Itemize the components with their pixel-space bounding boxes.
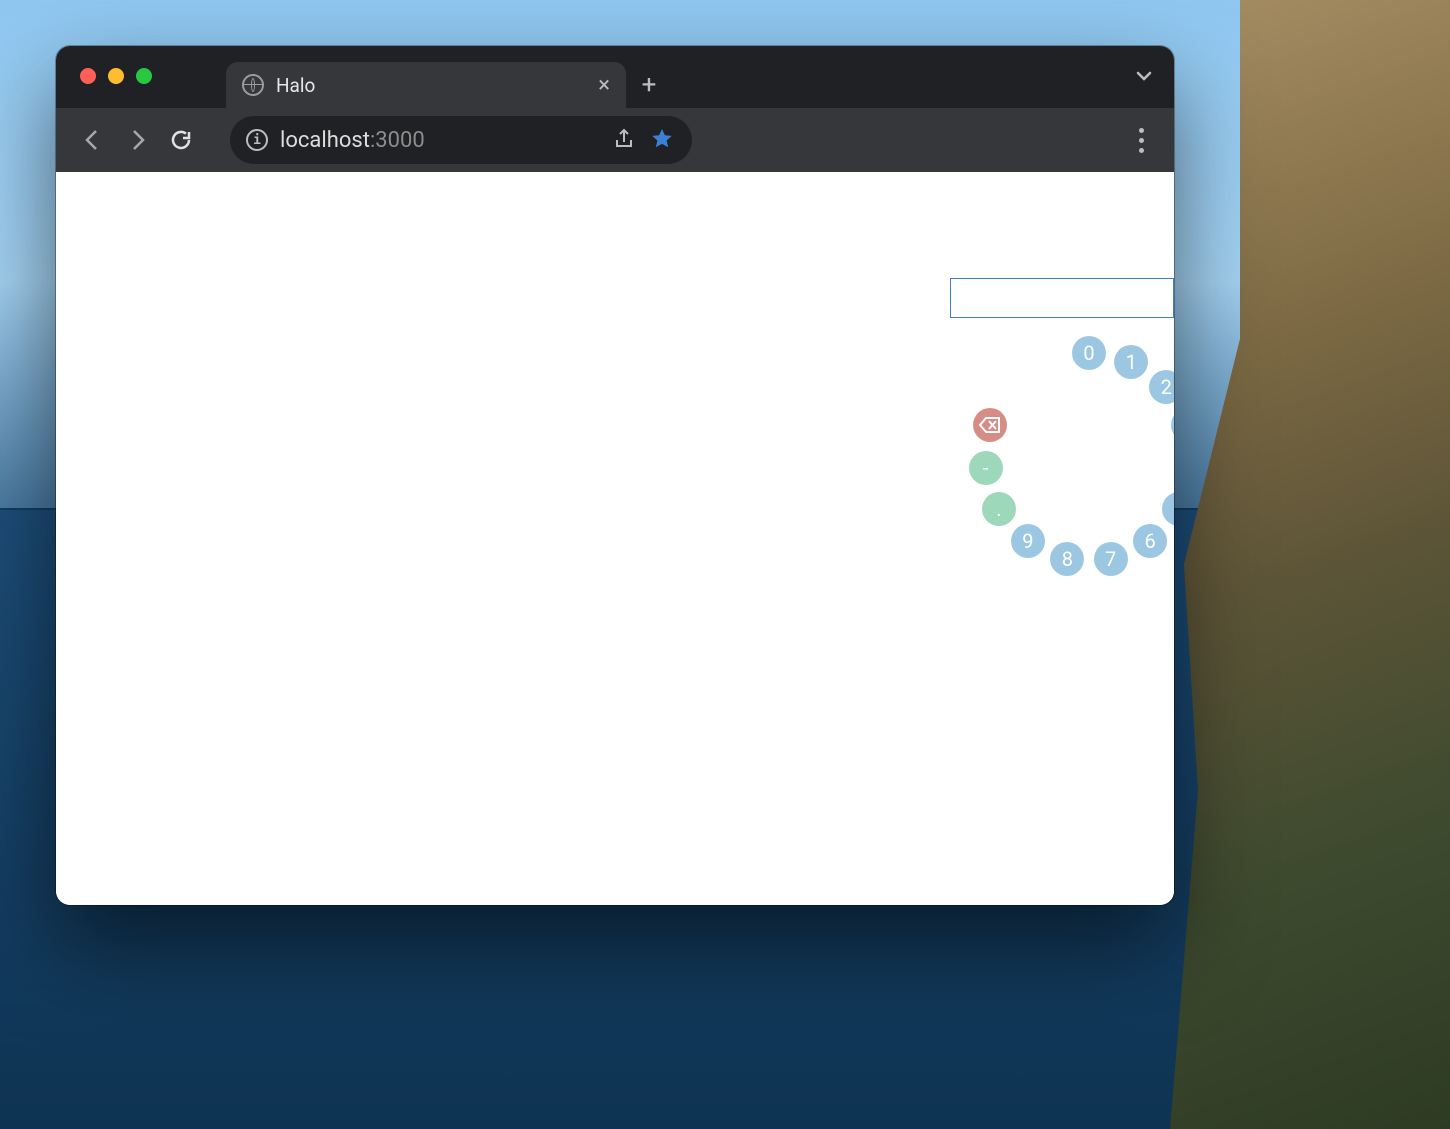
- page-viewport: 0123456789.-: [56, 172, 1174, 905]
- reload-button[interactable]: [162, 121, 200, 159]
- halo-minus[interactable]: -: [969, 451, 1003, 485]
- close-tab-button[interactable]: ×: [598, 73, 610, 98]
- minimize-window-button[interactable]: [108, 68, 124, 84]
- backspace-icon: [979, 417, 1001, 433]
- halo-digit-0[interactable]: 0: [1072, 336, 1106, 370]
- forward-button[interactable]: [118, 121, 156, 159]
- share-icon[interactable]: [612, 127, 638, 153]
- halo-digit-9[interactable]: 9: [1011, 524, 1045, 558]
- browser-toolbar: localhost:3000: [56, 108, 1174, 172]
- halo-digit-1[interactable]: 1: [1114, 345, 1148, 379]
- tabs-overflow-button[interactable]: [1134, 66, 1154, 90]
- site-info-icon[interactable]: [246, 129, 268, 151]
- new-tab-button[interactable]: +: [626, 62, 672, 108]
- url-text: localhost:3000: [280, 128, 425, 153]
- halo-digit-5[interactable]: 5: [1162, 492, 1174, 526]
- halo-digit-7[interactable]: 7: [1094, 542, 1128, 576]
- fullscreen-window-button[interactable]: [136, 68, 152, 84]
- back-button[interactable]: [74, 121, 112, 159]
- browser-tab[interactable]: Halo ×: [226, 62, 626, 108]
- halo-digit-2[interactable]: 2: [1149, 370, 1174, 404]
- halo-digit-8[interactable]: 8: [1050, 542, 1084, 576]
- url-host: localhost: [280, 128, 370, 153]
- browser-window: Halo × + localhost:3000: [56, 46, 1174, 905]
- halo-backspace[interactable]: [973, 408, 1007, 442]
- halo-digit-3[interactable]: 3: [1171, 408, 1174, 442]
- halo-digit-6[interactable]: 6: [1133, 524, 1167, 558]
- tab-strip: Halo × +: [56, 46, 1174, 108]
- browser-menu-button[interactable]: [1126, 128, 1156, 153]
- halo-ring: 0123456789.-: [974, 342, 1174, 572]
- halo-decimal[interactable]: .: [982, 492, 1016, 526]
- halo-number-input[interactable]: [950, 278, 1174, 318]
- bookmark-star-icon[interactable]: [650, 127, 676, 153]
- close-window-button[interactable]: [80, 68, 96, 84]
- wallpaper-cliff: [1170, 0, 1450, 1129]
- address-bar[interactable]: localhost:3000: [230, 116, 692, 164]
- window-controls: [80, 68, 152, 84]
- globe-icon: [242, 74, 264, 96]
- tab-title: Halo: [276, 74, 315, 97]
- url-port: :3000: [370, 128, 425, 153]
